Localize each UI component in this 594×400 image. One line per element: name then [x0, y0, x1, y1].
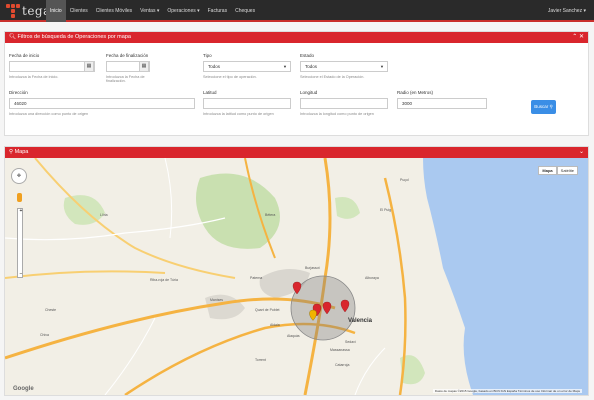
map-type-map-button[interactable]: Mapa — [538, 166, 557, 175]
map-place-label: Alboraya — [365, 276, 379, 280]
map-place-label: El Puig — [380, 208, 392, 212]
start-date-help: Introduzca la Fecha de inicio. — [9, 75, 59, 79]
radius-input[interactable]: 3000 — [397, 98, 487, 109]
logo-icon — [6, 4, 20, 18]
city-label: Valencia — [348, 318, 373, 324]
search-button-label: Buscar — [534, 104, 549, 109]
filter-panel: 🔍︎ Filtros de búsqueda de Operaciones po… — [4, 31, 589, 136]
map-panel: ⚲ Mapa ⌄ Valencia Bétera Paterna Burjass… — [4, 146, 589, 396]
nav-item-ventas[interactable]: Ventas ▾ — [136, 0, 163, 22]
status-help: Seleccione el Estado de la Operación. — [300, 75, 365, 79]
end-date-help: Introduzca la Fecha de finalización. — [106, 75, 145, 83]
map-place-label: Catarroja — [335, 363, 350, 367]
nav-item-operaciones[interactable]: Operaciones ▾ — [163, 0, 203, 22]
zoom-out-icon[interactable]: − — [18, 271, 24, 277]
map-graphic — [5, 158, 588, 395]
user-menu[interactable]: Javier Sanchez ▾ — [548, 0, 586, 22]
zoom-in-icon[interactable]: + — [18, 208, 24, 214]
nav-item-clientes[interactable]: Clientes — [66, 0, 92, 22]
map-place-label: Massanassa — [330, 348, 350, 352]
end-date-field: Fecha de finalización ▦ Introduzca la Fe… — [106, 53, 150, 83]
latitude-help: Introduzca la latitud como punto de orig… — [203, 112, 274, 116]
longitude-help: Introduzca la longitud como punto de ori… — [300, 112, 374, 116]
map-place-label: Llíria — [100, 213, 108, 217]
map-place-label: Manises — [210, 298, 224, 302]
nav-menu: Inicio Clientes Clientes Móviles Ventas … — [46, 0, 259, 22]
google-logo: Google — [13, 386, 34, 392]
filter-panel-header: 🔍︎ Filtros de búsqueda de Operaciones po… — [5, 32, 588, 43]
caret-down-icon: ▼ — [380, 64, 384, 69]
status-field: Estado Todos ▼ Seleccione el Estado de l… — [300, 53, 388, 79]
nav-item-facturas[interactable]: Facturas — [204, 0, 231, 22]
panel-collapse-control[interactable]: ⌄ — [579, 147, 584, 158]
map-place-label: Chiva — [40, 333, 49, 337]
start-date-label: Fecha de inicio — [9, 53, 40, 58]
type-select[interactable]: Todos ▼ — [203, 61, 291, 72]
start-date-input[interactable]: ▦ — [9, 61, 95, 72]
address-label: Dirección — [9, 90, 28, 95]
map-place-label: Cheste — [45, 308, 57, 312]
map-place-label: Aldaia — [270, 323, 280, 327]
latitude-field: Latitud Introduzca la latitud como punto… — [203, 90, 291, 116]
map-type-toggle: Mapa Satélite — [538, 166, 578, 175]
type-label: Tipo — [203, 53, 212, 58]
longitude-field: Longitud Introduzca la longitud como pun… — [300, 90, 388, 116]
map-panel-header: ⚲ Mapa ⌄ — [5, 147, 588, 158]
map-place-label: Bétera — [265, 213, 276, 217]
latitude-input[interactable] — [203, 98, 291, 109]
map-place-label: Paterna — [250, 276, 263, 280]
address-input[interactable]: 46020 — [9, 98, 195, 109]
type-field: Tipo Todos ▼ Seleccione el tipo de opera… — [203, 53, 291, 79]
pan-control[interactable]: ✥ — [11, 168, 27, 184]
address-field: Dirección 46020 Introduzca una dirección… — [9, 90, 195, 116]
search-icon: 🔍︎ — [9, 34, 16, 40]
map-place-label: Riba-roja de Túria — [150, 278, 178, 282]
panel-controls[interactable]: ⌃ ✕ — [572, 32, 584, 43]
nav-item-cheques[interactable]: Cheques — [231, 0, 259, 22]
map-place-label: Puçol — [400, 178, 409, 182]
start-date-field: Fecha de inicio ▦ Introduzca la Fecha de… — [9, 53, 95, 79]
radius-label: Radio (en Metros) — [397, 90, 434, 95]
map-type-satellite-button[interactable]: Satélite — [556, 166, 578, 175]
latitude-label: Latitud — [203, 90, 217, 95]
map-canvas[interactable]: Valencia Bétera Paterna Burjassot Albora… — [5, 158, 588, 395]
calendar-icon[interactable]: ▦ — [139, 61, 149, 72]
search-button[interactable]: Buscar ⚲ — [531, 100, 556, 114]
longitude-label: Longitud — [300, 90, 318, 95]
status-select[interactable]: Todos ▼ — [300, 61, 388, 72]
map-place-label: Burjassot — [305, 266, 320, 270]
status-select-value: Todos — [305, 64, 318, 69]
radius-field: Radio (en Metros) 3000 — [397, 90, 487, 109]
map-place-label: Sedaví — [345, 340, 356, 344]
map-panel-title: Mapa — [14, 149, 29, 155]
map-marker-icon: ⚲ — [9, 149, 14, 155]
top-navbar: tegas Inicio Clientes Clientes Móviles V… — [0, 0, 594, 22]
map-attribution[interactable]: Datos de mapas ©2015 Google, basado en B… — [432, 389, 582, 393]
address-help: Introduzca una dirección como punto de o… — [9, 112, 89, 116]
zoom-control[interactable]: + − — [17, 208, 23, 278]
type-select-value: Todos — [208, 64, 221, 69]
end-date-input[interactable]: ▦ — [106, 61, 150, 72]
longitude-input[interactable] — [300, 98, 388, 109]
map-place-label: Alaquàs — [287, 334, 300, 338]
search-icon: ⚲ — [549, 104, 553, 109]
calendar-icon[interactable]: ▦ — [84, 61, 94, 72]
type-help: Seleccione el tipo de operación. — [203, 75, 257, 79]
end-date-label: Fecha de finalización — [106, 53, 149, 58]
nav-item-clientes-moviles[interactable]: Clientes Móviles — [92, 0, 136, 22]
map-place-label: Torrent — [255, 358, 266, 362]
status-label: Estado — [300, 53, 315, 58]
filter-panel-title: Filtros de búsqueda de Operaciones por m… — [17, 34, 131, 40]
nav-item-inicio[interactable]: Inicio — [46, 0, 66, 22]
caret-down-icon: ▼ — [283, 64, 287, 69]
map-place-label: Quart de Poblet — [255, 308, 280, 312]
street-view-pegman-icon[interactable] — [17, 193, 22, 202]
